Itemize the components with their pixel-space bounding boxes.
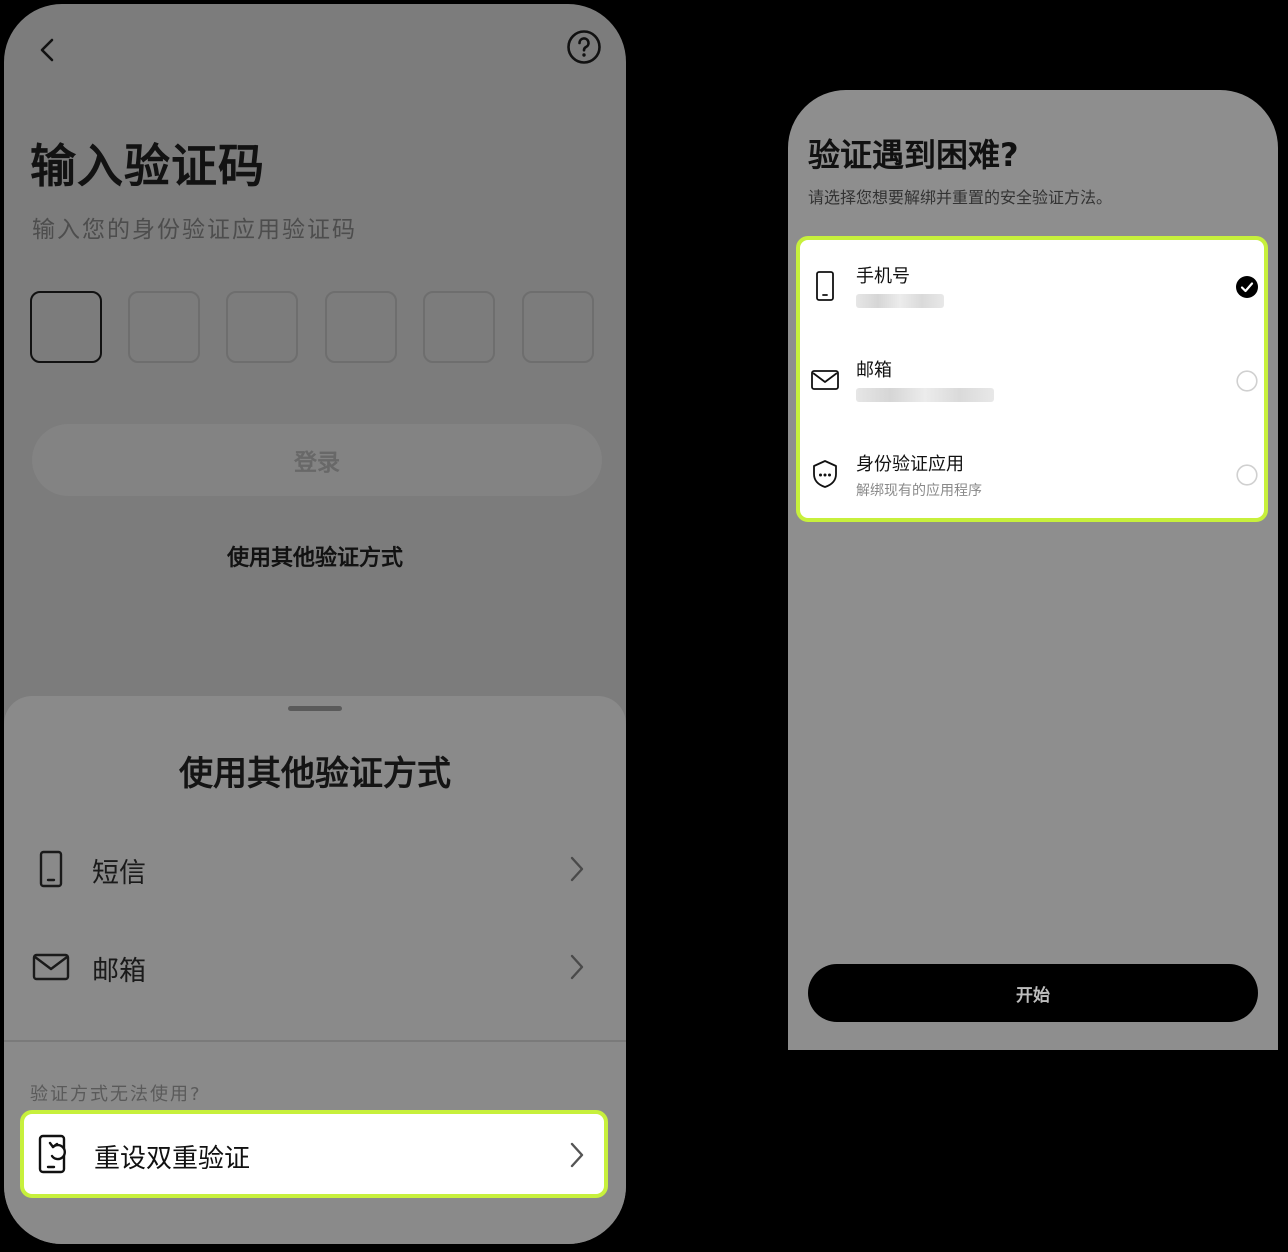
other-method-sheet: 使用其他验证方式 短信 邮箱 验证方式无法使用? 重设双重验证 xyxy=(4,696,626,1244)
page-subtitle: 输入您的身份验证应用验证码 xyxy=(32,217,357,243)
phone-icon xyxy=(816,271,834,301)
sheet-hint: 验证方式无法使用? xyxy=(30,1084,202,1105)
sheet-item-sms[interactable]: 短信 xyxy=(4,824,626,914)
reset-device-icon xyxy=(38,1134,66,1174)
page-title: 验证遇到困难? xyxy=(808,136,1019,174)
sheet-divider xyxy=(4,1040,626,1042)
code-digit-3[interactable] xyxy=(226,291,298,363)
code-digit-2[interactable] xyxy=(128,291,200,363)
right-phone-screen: 验证遇到困难? 请选择您想要解绑并重置的安全验证方法。 手机号 邮箱 身份验证应… xyxy=(788,90,1278,1050)
radio-unchecked-icon[interactable] xyxy=(1236,370,1258,392)
option-name: 身份验证应用 xyxy=(856,454,964,475)
option-name: 手机号 xyxy=(856,266,910,287)
other-method-link[interactable]: 使用其他验证方式 xyxy=(4,540,626,572)
radio-unchecked-icon[interactable] xyxy=(1236,464,1258,486)
option-description: 解绑现有的应用程序 xyxy=(856,483,982,499)
page-title: 输入验证码 xyxy=(30,139,265,193)
sheet-item-label: 邮箱 xyxy=(92,956,146,987)
start-button[interactable]: 开始 xyxy=(808,964,1258,1022)
masked-email xyxy=(856,388,994,402)
chevron-left-icon xyxy=(40,38,54,62)
phone-icon xyxy=(39,850,63,888)
back-button[interactable] xyxy=(32,34,64,66)
masked-phone-number xyxy=(856,294,944,308)
help-circle-icon xyxy=(567,30,601,64)
code-digit-5[interactable] xyxy=(423,291,495,363)
code-digit-1[interactable] xyxy=(30,291,102,363)
option-phone[interactable]: 手机号 xyxy=(800,240,1264,332)
reset-2fa-label: 重设双重验证 xyxy=(94,1144,251,1174)
option-name: 邮箱 xyxy=(856,360,892,381)
reset-options-card: 手机号 邮箱 身份验证应用 解绑现有的应用程序 xyxy=(796,236,1268,522)
option-email[interactable]: 邮箱 xyxy=(800,334,1264,426)
mail-icon xyxy=(32,953,70,981)
page-subtitle: 请选择您想要解绑并重置的安全验证方法。 xyxy=(808,188,1113,207)
login-button[interactable]: 登录 xyxy=(32,424,602,496)
chevron-right-icon xyxy=(570,1142,584,1168)
code-digit-6[interactable] xyxy=(522,291,594,363)
option-authenticator[interactable]: 身份验证应用 解绑现有的应用程序 xyxy=(800,428,1264,520)
reset-2fa-button[interactable]: 重设双重验证 xyxy=(20,1110,608,1198)
help-button[interactable] xyxy=(566,29,602,65)
sheet-item-label: 短信 xyxy=(92,858,146,889)
chevron-right-icon xyxy=(570,954,584,980)
code-digit-4[interactable] xyxy=(325,291,397,363)
sheet-grabber[interactable] xyxy=(288,706,342,711)
radio-checked-icon[interactable] xyxy=(1236,276,1258,298)
chevron-right-icon xyxy=(570,856,584,882)
mail-icon xyxy=(811,370,839,390)
sheet-item-email[interactable]: 邮箱 xyxy=(4,922,626,1012)
sheet-title: 使用其他验证方式 xyxy=(179,754,451,794)
left-phone-screen: 输入验证码 输入您的身份验证应用验证码 登录 使用其他验证方式 使用其他验证方式… xyxy=(4,4,626,1244)
shield-password-icon xyxy=(813,460,837,488)
